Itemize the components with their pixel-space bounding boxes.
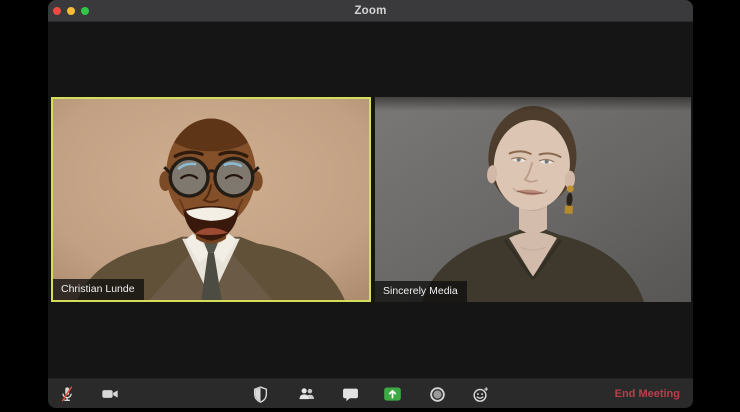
share-screen-button[interactable] [378, 381, 406, 407]
zoom-window: Zoom Christian Lunde Sincerely Media End… [48, 0, 693, 408]
chat-button[interactable] [336, 381, 364, 407]
participant-name-badge: Christian Lunde [53, 279, 144, 300]
security-button[interactable] [246, 381, 274, 407]
participant-name: Christian Lunde [61, 283, 135, 295]
end-meeting-button[interactable]: End Meeting [615, 379, 680, 408]
chat-bubble-icon [342, 388, 358, 401]
share-screen-icon [383, 387, 401, 401]
video-tile-sincerely-media[interactable]: Sincerely Media [375, 97, 691, 302]
mute-button[interactable] [53, 381, 81, 407]
woman-portrait-video [375, 97, 691, 302]
microphone-muted-icon [61, 386, 73, 402]
window-titlebar[interactable]: Zoom [48, 0, 693, 22]
man-portrait-video [53, 99, 369, 300]
video-grid: Christian Lunde Sincerely Media [51, 97, 691, 302]
meeting-content-area: Christian Lunde Sincerely Media [48, 22, 693, 378]
record-icon [429, 386, 445, 402]
participants-icon [299, 388, 314, 400]
window-title: Zoom [354, 5, 387, 17]
video-tile-christian-lunde[interactable]: Christian Lunde [51, 97, 371, 302]
participant-name: Sincerely Media [383, 285, 458, 297]
participants-button[interactable] [293, 381, 321, 407]
video-camera-icon [102, 390, 118, 398]
participant-name-badge: Sincerely Media [375, 281, 467, 302]
record-button[interactable] [423, 381, 451, 407]
meeting-toolbar: End Meeting [48, 378, 693, 408]
reactions-button[interactable] [466, 381, 494, 407]
reactions-smiley-icon [472, 386, 488, 402]
start-video-button[interactable] [96, 381, 124, 407]
security-shield-icon [253, 385, 267, 403]
